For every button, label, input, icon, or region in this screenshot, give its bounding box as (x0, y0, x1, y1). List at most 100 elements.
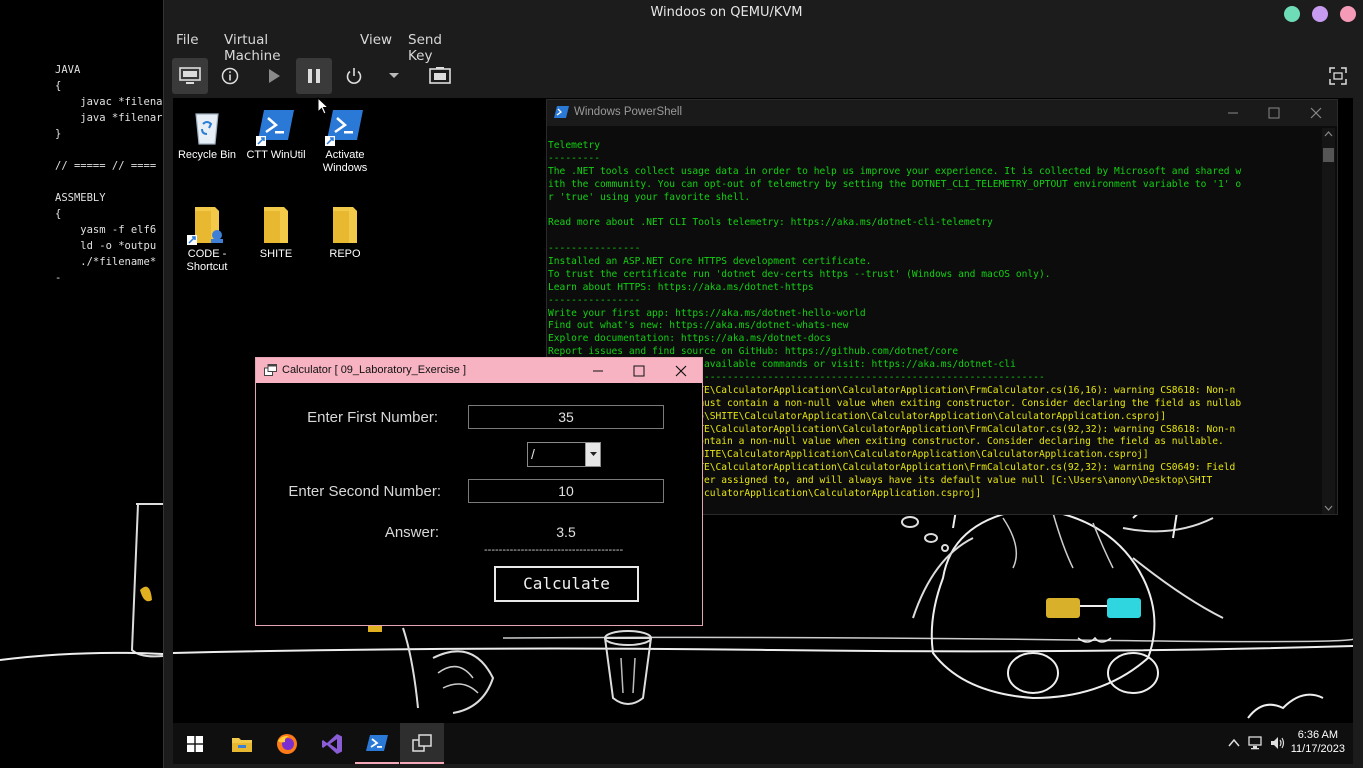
desktop-icon-ctt-winutil[interactable]: CTT WinUtil (243, 106, 309, 162)
host-code-line: yasm -f elf6 (55, 224, 157, 236)
host-code-line: ASSMEBLY (55, 192, 106, 204)
desktop-icon-label: Recycle Bin (177, 149, 237, 161)
maximize-icon[interactable] (1268, 107, 1280, 119)
powershell-scrollbar[interactable] (1322, 128, 1335, 514)
menu-file[interactable]: File (176, 32, 199, 48)
desktop-icon-repo[interactable]: REPO (312, 205, 378, 261)
start-button[interactable] (173, 723, 217, 764)
calculator-titlebar[interactable]: Calculator [ 09_Laboratory_Exercise ] (256, 358, 702, 383)
desktop-icon-shite[interactable]: SHITE (243, 205, 309, 261)
calculate-button[interactable]: Calculate (494, 566, 639, 602)
second-number-input[interactable]: 10 (468, 479, 664, 503)
pause-icon (308, 69, 320, 83)
calculator-app-icon (412, 733, 432, 752)
form-icon (264, 364, 277, 376)
shutdown-menu-button[interactable] (376, 58, 412, 94)
monitor-icon (179, 67, 201, 84)
powershell-output-line: r 'true' using your favorite shell. (548, 191, 751, 203)
clock-date: 11/17/2023 (1290, 743, 1345, 755)
powershell-output-line: Telemetry (548, 140, 600, 151)
powershell-icon (554, 106, 569, 118)
desktop-icon-activate-windows[interactable]: Activate Windows (312, 106, 378, 175)
traffic-light-minimize[interactable] (1284, 6, 1300, 22)
shutdown-button[interactable] (336, 58, 372, 94)
menu-view[interactable]: View (360, 32, 392, 48)
info-icon (221, 67, 239, 85)
maximize-icon[interactable] (633, 365, 645, 377)
powershell-titlebar[interactable]: Windows PowerShell (547, 100, 1337, 126)
sketch-bottle (130, 503, 164, 658)
host-code-line: { (55, 208, 62, 220)
taskbar: 6:36 AM 11/17/2023 (173, 723, 1353, 764)
fullscreen-icon (1329, 67, 1347, 85)
start-icon (187, 735, 203, 752)
file-explorer-icon (232, 737, 252, 752)
console-view-button[interactable] (172, 58, 208, 94)
desktop-icon-label: CTT WinUtil (246, 149, 306, 161)
powershell-output-line: Read more about .NET CLI Tools telemetry… (548, 217, 993, 229)
answer-separator: -------------------------------------- (484, 544, 624, 556)
chevron-down-icon (389, 73, 399, 78)
host-code-line: javac *filena (55, 96, 163, 108)
network-icon[interactable] (1248, 736, 1264, 750)
host-code-line (55, 142, 162, 158)
powershell-output-line: Learn about HTTPS: https://aka.ms/dotnet… (548, 281, 814, 293)
desktop-icon-label: Windows (322, 162, 368, 174)
clock-time: 6:36 AM (1297, 729, 1339, 741)
desktop-icon-label: REPO (329, 248, 361, 260)
powershell-output-line (548, 230, 1318, 243)
close-icon[interactable] (1310, 107, 1322, 119)
taskbar-file-explorer[interactable] (220, 723, 264, 764)
minimize-icon[interactable] (592, 365, 604, 377)
volume-icon[interactable] (1270, 736, 1286, 750)
traffic-light-close[interactable] (1340, 6, 1356, 22)
taskbar-visual-studio[interactable] (310, 723, 354, 764)
close-icon[interactable] (675, 365, 687, 377)
powershell-output-line: Explore documentation: https://aka.ms/do… (548, 333, 832, 345)
recycle-bin-icon (187, 106, 227, 146)
scroll-down-icon[interactable] (1324, 505, 1333, 511)
traffic-light-maximize[interactable] (1312, 6, 1328, 22)
minimize-icon[interactable] (1227, 107, 1239, 119)
powershell-output-line: The .NET tools collect usage data in ord… (548, 165, 1242, 177)
host-code-line (55, 174, 162, 190)
folder-shortcut-icon (187, 205, 227, 245)
vm-window-title: Windoos on QEMU/KVM (650, 5, 803, 20)
host-code-line: JAVA (55, 64, 81, 76)
chevron-up-icon[interactable] (1228, 739, 1240, 747)
firefox-icon (277, 733, 297, 754)
desktop-icon-recycle-bin[interactable]: Recycle Bin (174, 106, 240, 162)
powershell-output-line: --------- (548, 152, 600, 164)
answer-label: Answer: (384, 524, 439, 541)
powershell-output-line: ith the community. You can opt-out of te… (548, 178, 1242, 190)
play-icon (269, 69, 280, 83)
run-button[interactable] (256, 58, 292, 94)
taskbar-calculator[interactable] (400, 723, 444, 764)
desktop-icon-label: CODE - (187, 248, 227, 260)
taskbar-clock[interactable]: 6:36 AM 11/17/2023 (1291, 728, 1345, 756)
scrollbar-thumb[interactable] (1323, 148, 1334, 162)
pause-button[interactable] (296, 58, 332, 94)
fullscreen-button[interactable] (1320, 58, 1356, 94)
snapshot-icon (429, 67, 451, 84)
calculator-window[interactable]: Calculator [ 09_Laboratory_Exercise ] En… (255, 357, 703, 626)
details-button[interactable] (212, 58, 248, 94)
first-number-input[interactable]: 35 (468, 405, 664, 429)
powershell-shortcut-icon (325, 106, 365, 146)
host-code-line: ld -o *outpu (55, 240, 157, 252)
operator-value: / (531, 446, 535, 462)
powershell-icon (366, 734, 388, 751)
taskbar-powershell[interactable] (355, 723, 399, 764)
vm-toolbar (164, 58, 1363, 94)
powershell-output-line: To trust the certificate run 'dotnet dev… (548, 268, 1051, 280)
host-code-line: java *filenar (55, 112, 163, 124)
visual-studio-icon (322, 733, 342, 754)
snapshots-button[interactable] (422, 58, 458, 94)
desktop-icon-code-shortcut[interactable]: CODE - Shortcut (174, 205, 240, 274)
taskbar-firefox[interactable] (265, 723, 309, 764)
operator-dropdown-button[interactable] (585, 443, 600, 466)
operator-select[interactable]: / (527, 442, 601, 467)
scroll-up-icon[interactable] (1324, 131, 1333, 137)
powershell-title: Windows PowerShell (574, 106, 683, 118)
desktop-icon-label: Shortcut (186, 261, 228, 273)
